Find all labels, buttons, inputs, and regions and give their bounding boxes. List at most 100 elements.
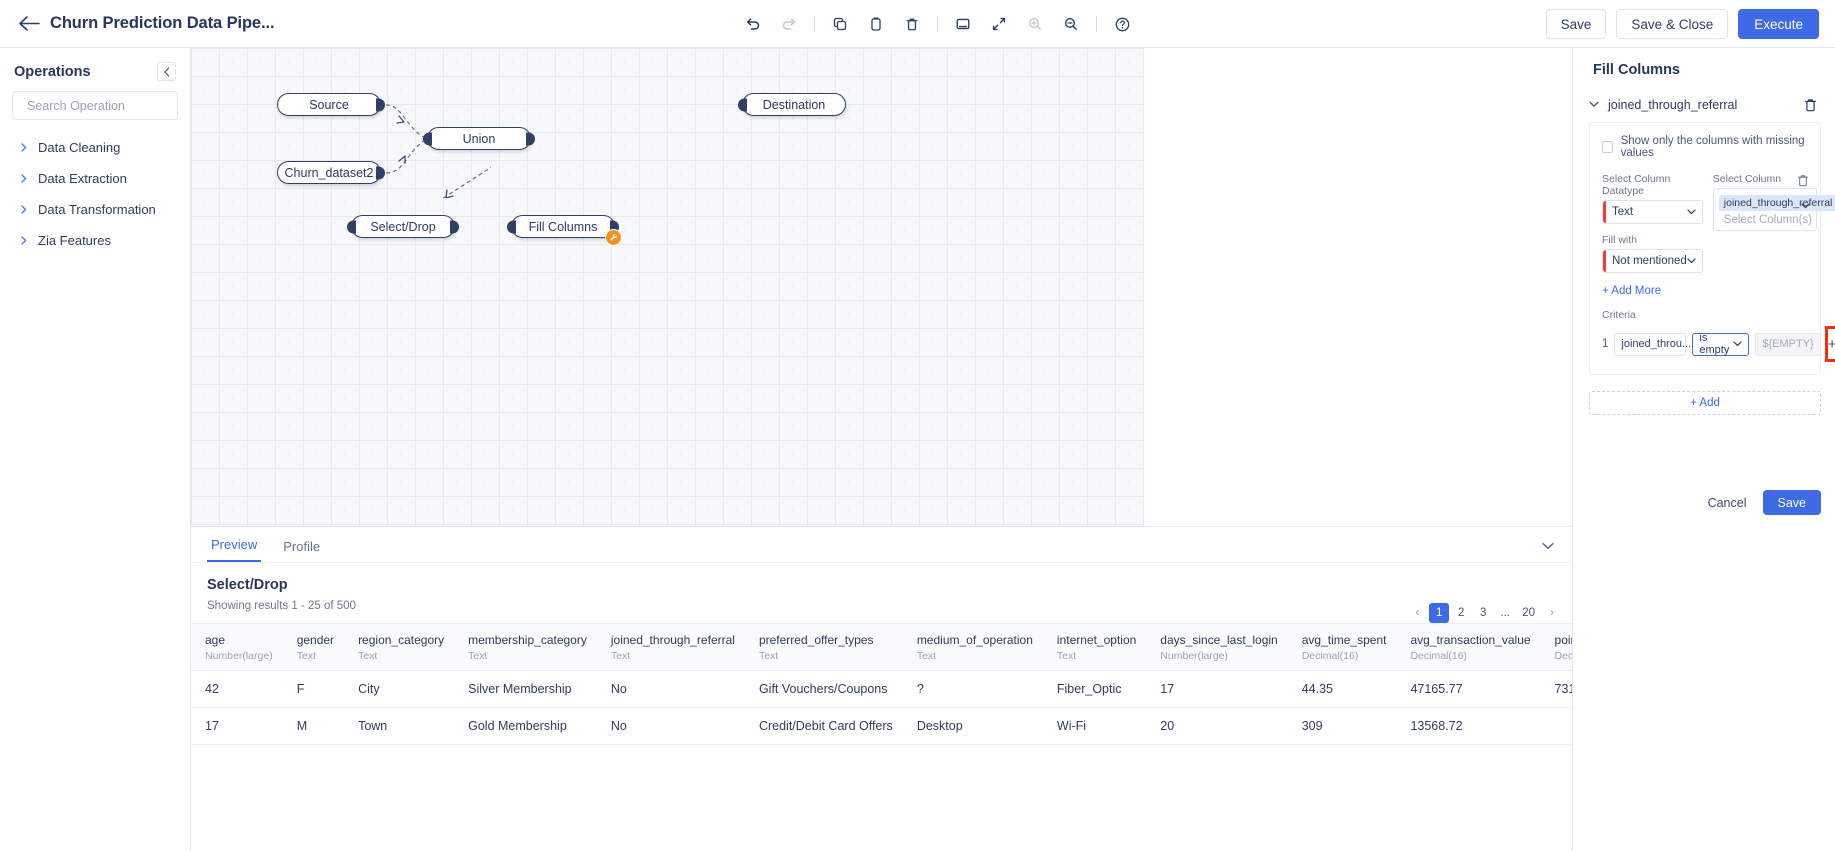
cell: City <box>344 671 454 708</box>
chevron-down-icon <box>1687 207 1696 217</box>
zoom-in-icon[interactable] <box>1017 6 1053 42</box>
canvas-node-select-drop[interactable]: Select/Drop <box>351 215 455 238</box>
pagination-page-20[interactable]: 20 <box>1517 603 1540 623</box>
table-col-preferred-offer-types[interactable]: preferred_offer_types Text <box>745 624 903 671</box>
canvas-node-destination[interactable]: Destination <box>742 93 846 116</box>
delete-column-rule-trash-icon[interactable] <box>1794 171 1812 189</box>
column-chip[interactable]: joined_through_referral ✕ <box>1719 195 1835 211</box>
tab-profile[interactable]: Profile <box>279 539 324 562</box>
table-col-region-category[interactable]: region_category Text <box>344 624 454 671</box>
back-arrow-icon[interactable] <box>16 11 42 37</box>
sidebar-item-zia-features[interactable]: Zia Features <box>0 225 190 256</box>
sidebar-item-data-cleaning[interactable]: Data Cleaning <box>0 132 190 163</box>
table-col-avg-transaction-value[interactable]: avg_transaction_value Decimal(16) <box>1396 624 1540 671</box>
cell: 17 <box>1146 671 1287 708</box>
canvas-node-fill-columns[interactable]: Fill Columns <box>511 215 615 238</box>
show-missing-values-row[interactable]: Show only the columns with missing value… <box>1602 135 1810 159</box>
node-port-left[interactable] <box>347 220 356 233</box>
canvas-node-union[interactable]: Union <box>427 127 531 150</box>
select-column-multiselect[interactable]: joined_through_referral ✕ Select Column(… <box>1713 188 1817 231</box>
table-row[interactable]: 17 M Town Gold Membership No Credit/Debi… <box>191 708 1572 745</box>
table-col-avg-time-spent[interactable]: avg_time_spent Decimal(16) <box>1288 624 1397 671</box>
undo-icon[interactable] <box>735 6 771 42</box>
zoom-out-icon[interactable] <box>1053 6 1089 42</box>
redo-icon[interactable] <box>771 6 807 42</box>
add-more-button[interactable]: + Add More <box>1602 285 1810 297</box>
cell: 309 <box>1288 708 1397 745</box>
copy-icon[interactable] <box>822 6 858 42</box>
pagination-next[interactable]: › <box>1542 603 1562 623</box>
chevron-down-icon[interactable] <box>1589 99 1599 111</box>
column-name: points_in_wallet <box>1555 633 1572 647</box>
table-col-age[interactable]: age Number(large) <box>191 624 283 671</box>
table-col-points-in-wallet[interactable]: points_in_wallet Decimal(16) <box>1541 624 1572 671</box>
cell: 20 <box>1146 708 1287 745</box>
sidebar-item-data-transformation[interactable]: Data Transformation <box>0 194 190 225</box>
canvas-node-churn-dataset2[interactable]: Churn_dataset2 <box>277 161 381 184</box>
toolbar-divider-2 <box>937 16 938 32</box>
criteria-index: 1 <box>1602 338 1608 350</box>
preview-table-wrapper[interactable]: age Number(large) gender Text region_cat… <box>191 623 1572 851</box>
table-col-medium-of-operation[interactable]: medium_of_operation Text <box>903 624 1043 671</box>
pagination-prev[interactable]: ‹ <box>1407 603 1427 623</box>
cancel-button[interactable]: Cancel <box>1702 491 1753 515</box>
table-col-joined-through-referral[interactable]: joined_through_referral Text <box>597 624 745 671</box>
node-label: Destination <box>763 98 826 112</box>
table-header-row: age Number(large) gender Text region_cat… <box>191 624 1572 671</box>
pagination: ‹ 1 2 3 ... 20 › <box>1407 603 1562 623</box>
table-col-gender[interactable]: gender Text <box>283 624 344 671</box>
accordion-label: joined_through_referral <box>1608 98 1801 112</box>
node-port-right[interactable] <box>450 220 459 233</box>
delete-icon[interactable] <box>894 6 930 42</box>
cell: No <box>597 671 745 708</box>
sidebar-header: Operations <box>0 48 190 91</box>
sidebar-collapse-icon[interactable] <box>157 62 176 81</box>
panel-save-button[interactable]: Save <box>1763 490 1822 515</box>
add-criteria-button[interactable]: + <box>1825 326 1835 362</box>
preview-results-count: Showing results 1 - 25 of 500 <box>191 593 1572 612</box>
select-column-datatype-dropdown[interactable]: Text <box>1602 200 1703 224</box>
paste-icon[interactable] <box>858 6 894 42</box>
column-type: Text <box>468 650 587 662</box>
column-name: internet_option <box>1057 633 1136 647</box>
criteria-column-value: joined_throu... <box>1621 338 1691 350</box>
save-button[interactable]: Save <box>1546 9 1607 39</box>
node-port-right[interactable] <box>526 132 535 145</box>
panel-collapse-chevron-down-icon[interactable] <box>1538 536 1558 556</box>
search-operation-box[interactable] <box>12 91 178 120</box>
execute-button[interactable]: Execute <box>1738 9 1819 39</box>
criteria-value-input[interactable]: ${EMPTY} <box>1755 333 1820 356</box>
table-col-membership-category[interactable]: membership_category Text <box>454 624 597 671</box>
criteria-column-dropdown[interactable]: joined_throu... <box>1614 333 1686 356</box>
pagination-page-3[interactable]: 3 <box>1473 603 1493 623</box>
accordion-header[interactable]: joined_through_referral <box>1573 96 1835 114</box>
column-type: Number(large) <box>205 650 273 662</box>
expand-icon[interactable] <box>981 6 1017 42</box>
add-group-button[interactable]: + Add <box>1589 391 1821 415</box>
show-missing-values-checkbox[interactable] <box>1602 141 1613 153</box>
wrench-icon[interactable] <box>605 229 622 246</box>
cell: Gift Vouchers/Coupons <box>745 671 903 708</box>
save-and-close-button[interactable]: Save & Close <box>1616 9 1728 39</box>
tab-preview[interactable]: Preview <box>207 537 261 562</box>
trash-icon[interactable] <box>1801 96 1819 114</box>
sidebar-item-data-extraction[interactable]: Data Extraction <box>0 163 190 194</box>
canvas-node-source[interactable]: Source <box>277 93 381 116</box>
table-col-days-since-last-login[interactable]: days_since_last_login Number(large) <box>1146 624 1287 671</box>
column-type: Text <box>1057 650 1136 662</box>
node-port-left[interactable] <box>507 220 516 233</box>
node-port-left[interactable] <box>738 98 747 111</box>
table-col-internet-option[interactable]: internet_option Text <box>1043 624 1146 671</box>
fit-screen-icon[interactable] <box>945 6 981 42</box>
help-icon[interactable] <box>1104 6 1140 42</box>
criteria-operator-dropdown[interactable]: is empty <box>1692 333 1749 356</box>
pagination-page-2[interactable]: 2 <box>1451 603 1471 623</box>
fill-with-dropdown[interactable]: Not mentioned <box>1602 249 1703 273</box>
table-row[interactable]: 42 F City Silver Membership No Gift Vouc… <box>191 671 1572 708</box>
pagination-page-1[interactable]: 1 <box>1429 603 1449 623</box>
panel-title: Fill Columns <box>1573 48 1835 78</box>
chevron-down-icon[interactable] <box>1801 201 1810 211</box>
search-input[interactable] <box>27 99 188 113</box>
node-port-left[interactable] <box>423 132 432 145</box>
pipeline-canvas[interactable]: Source Churn_dataset2 Union Select/Drop … <box>191 48 1143 526</box>
